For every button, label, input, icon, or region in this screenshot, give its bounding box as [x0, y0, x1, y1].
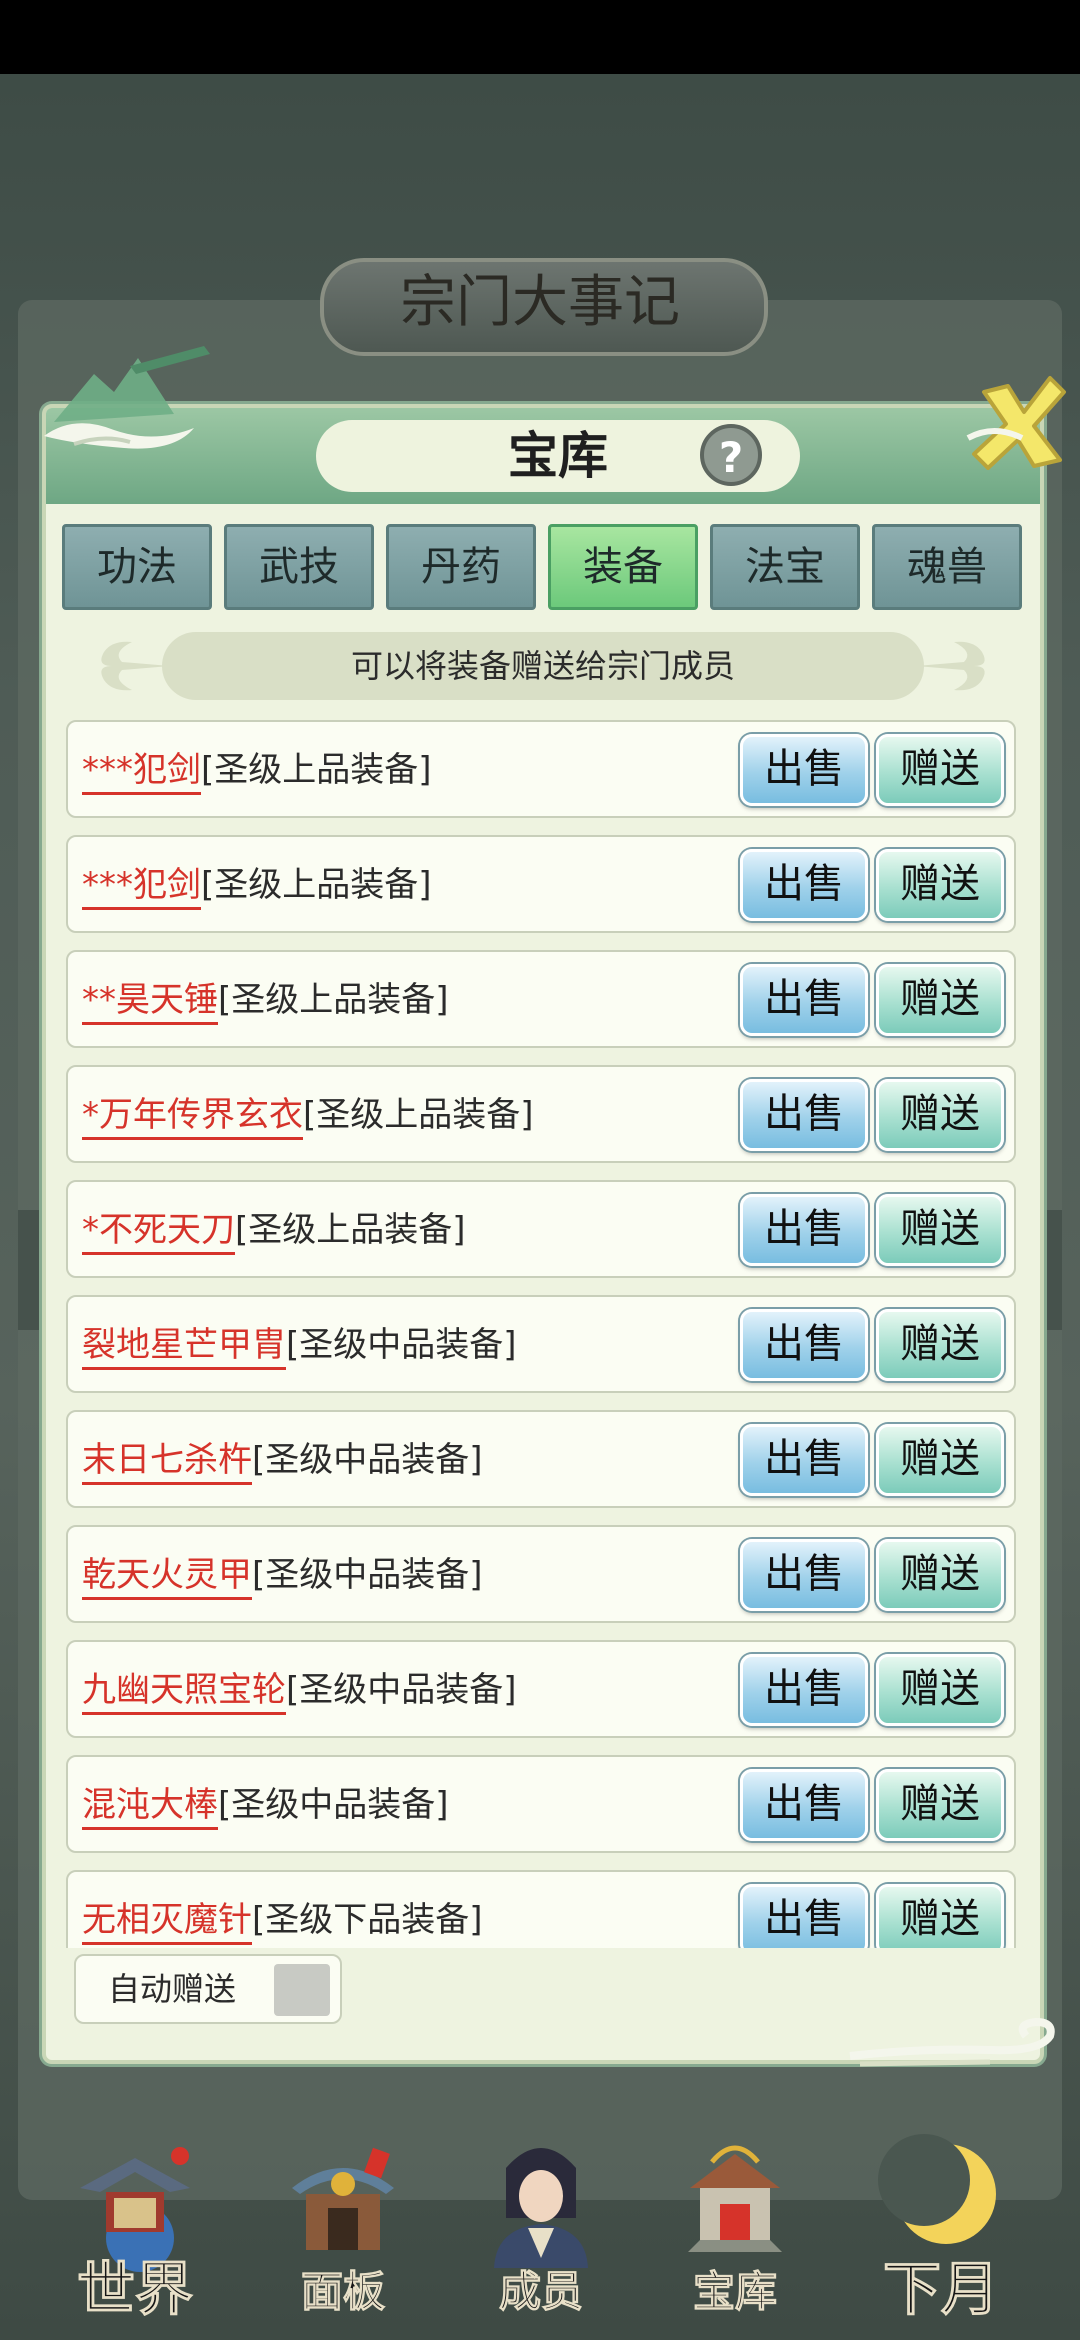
gift-button[interactable]: 赠送 — [876, 849, 1004, 921]
cloud-left-icon — [101, 641, 170, 691]
item-grade: [圣级中品装备] — [286, 1670, 517, 1710]
nav-label: 世界 — [76, 2255, 193, 2324]
item-grade: [圣级中品装备] — [252, 1555, 483, 1595]
auto-gift-label: 自动赠送 — [108, 1970, 237, 2008]
item-grade: [圣级上品装备] — [303, 1095, 534, 1135]
nav-label: 成员 — [498, 2267, 583, 2317]
list-item: **昊天锤[圣级上品装备] 出售 赠送 — [66, 950, 1016, 1048]
tab-wuji[interactable]: 武技 — [224, 524, 374, 610]
list-item: ***犯剑[圣级上品装备] 出售 赠送 — [66, 835, 1016, 933]
gift-button[interactable]: 赠送 — [876, 1194, 1004, 1266]
nav-label: 宝库 — [692, 2267, 777, 2317]
bottom-nav: 世界 面板 成员 宝库 下月 — [0, 2120, 1080, 2340]
cloud-right-icon — [916, 641, 985, 691]
sell-button[interactable]: 出售 — [740, 1539, 868, 1611]
panel-gate-icon — [292, 2147, 394, 2250]
cloud-swirl-icon — [849, 2017, 1055, 2067]
sell-button[interactable]: 出售 — [740, 1424, 868, 1496]
item-name[interactable]: 九幽天照宝轮 — [82, 1670, 286, 1715]
list-item: 乾天火灵甲[圣级中品装备] 出售 赠送 — [66, 1525, 1016, 1623]
gift-button[interactable]: 赠送 — [876, 1884, 1004, 1948]
item-name[interactable]: *万年传界玄衣 — [82, 1095, 303, 1140]
list-item: 无相灭魔针[圣级下品装备] 出售 赠送 — [66, 1870, 1016, 1948]
item-grade: [圣级上品装备] — [201, 865, 432, 905]
item-grade: [圣级中品装备] — [252, 1440, 483, 1480]
mountain-cloud-icon — [44, 346, 210, 449]
gift-button[interactable]: 赠送 — [876, 1539, 1004, 1611]
tab-zhuangbei[interactable]: 装备 — [548, 524, 698, 610]
tab-hunshou[interactable]: 魂兽 — [872, 524, 1022, 610]
close-icon[interactable] — [964, 368, 1074, 478]
item-name[interactable]: 末日七杀杵 — [82, 1440, 252, 1485]
item-name[interactable]: ***犯剑 — [82, 750, 201, 795]
gift-button[interactable]: 赠送 — [876, 1424, 1004, 1496]
item-name[interactable]: 裂地星芒甲胄 — [82, 1325, 286, 1370]
sell-button[interactable]: 出售 — [740, 1654, 868, 1726]
category-tabs: 功法 武技 丹药 装备 法宝 魂兽 — [62, 524, 1024, 610]
list-item: *万年传界玄衣[圣级上品装备] 出售 赠送 — [66, 1065, 1016, 1163]
list-item: 九幽天照宝轮[圣级中品装备] 出售 赠送 — [66, 1640, 1016, 1738]
status-bar — [0, 0, 1080, 74]
nav-next-month[interactable]: 下月 — [836, 2120, 1046, 2340]
item-name[interactable]: **昊天锤 — [82, 980, 218, 1025]
nav-label: 面板 — [300, 2267, 385, 2317]
treasury-building-icon — [688, 2145, 782, 2252]
tab-danyao[interactable]: 丹药 — [386, 524, 536, 610]
list-item: 末日七杀杵[圣级中品装备] 出售 赠送 — [66, 1410, 1016, 1508]
gift-button[interactable]: 赠送 — [876, 1079, 1004, 1151]
list-item: *不死天刀[圣级上品装备] 出售 赠送 — [66, 1180, 1016, 1278]
item-grade: [圣级中品装备] — [218, 1785, 449, 1825]
item-grade: [圣级中品装备] — [286, 1325, 517, 1365]
background-title: 宗门大事记 — [400, 270, 680, 335]
sell-button[interactable]: 出售 — [740, 964, 868, 1036]
list-item: 裂地星芒甲胄[圣级中品装备] 出售 赠送 — [66, 1295, 1016, 1393]
equipment-list[interactable]: ***犯剑[圣级上品装备] 出售 赠送 ***犯剑[圣级上品装备] 出售 赠送 … — [66, 720, 1018, 1948]
sell-button[interactable]: 出售 — [740, 1079, 868, 1151]
nav-label: 下月 — [882, 2255, 999, 2324]
list-item: 混沌大棒[圣级中品装备] 出售 赠送 — [66, 1755, 1016, 1853]
gift-button[interactable]: 赠送 — [876, 1309, 1004, 1381]
hint-text: 可以将装备赠送给宗门成员 — [162, 632, 924, 700]
item-grade: [圣级上品装备] — [218, 980, 449, 1020]
sell-button[interactable]: 出售 — [740, 1769, 868, 1841]
sell-button[interactable]: 出售 — [740, 1194, 868, 1266]
nav-world[interactable]: 世界 — [30, 2120, 240, 2340]
nav-treasury[interactable]: 宝库 — [630, 2120, 840, 2340]
tab-fabao[interactable]: 法宝 — [710, 524, 860, 610]
sell-button[interactable]: 出售 — [740, 1309, 868, 1381]
gift-button[interactable]: 赠送 — [876, 964, 1004, 1036]
nav-panel[interactable]: 面板 — [238, 2120, 448, 2340]
gift-button[interactable]: 赠送 — [876, 734, 1004, 806]
sell-button[interactable]: 出售 — [740, 849, 868, 921]
gift-button[interactable]: 赠送 — [876, 1654, 1004, 1726]
item-name[interactable]: *不死天刀 — [82, 1210, 235, 1255]
item-name[interactable]: 乾天火灵甲 — [82, 1555, 252, 1600]
member-portrait-icon — [494, 2148, 588, 2268]
treasury-dialog: 宝库 ? 功法 武技 丹药 装备 法宝 魂兽 可以将装备赠送给宗门成员 ***犯… — [42, 346, 1066, 2064]
sell-button[interactable]: 出售 — [740, 734, 868, 806]
item-grade: [圣级上品装备] — [201, 750, 432, 790]
help-button[interactable]: ? — [700, 424, 762, 486]
tab-gongfa[interactable]: 功法 — [62, 524, 212, 610]
item-name[interactable]: ***犯剑 — [82, 865, 201, 910]
item-name[interactable]: 混沌大棒 — [82, 1785, 218, 1830]
item-name[interactable]: 无相灭魔针 — [82, 1900, 252, 1945]
auto-gift-toggle[interactable]: 自动赠送 — [74, 1954, 342, 2024]
gift-button[interactable]: 赠送 — [876, 1769, 1004, 1841]
list-item: ***犯剑[圣级上品装备] 出售 赠送 — [66, 720, 1016, 818]
nav-members[interactable]: 成员 — [436, 2120, 646, 2340]
sell-button[interactable]: 出售 — [740, 1884, 868, 1948]
hint-banner: 可以将装备赠送给宗门成员 — [92, 632, 994, 706]
auto-gift-checkbox[interactable] — [274, 1964, 330, 2016]
item-grade: [圣级上品装备] — [235, 1210, 466, 1250]
item-grade: [圣级下品装备] — [252, 1900, 483, 1940]
